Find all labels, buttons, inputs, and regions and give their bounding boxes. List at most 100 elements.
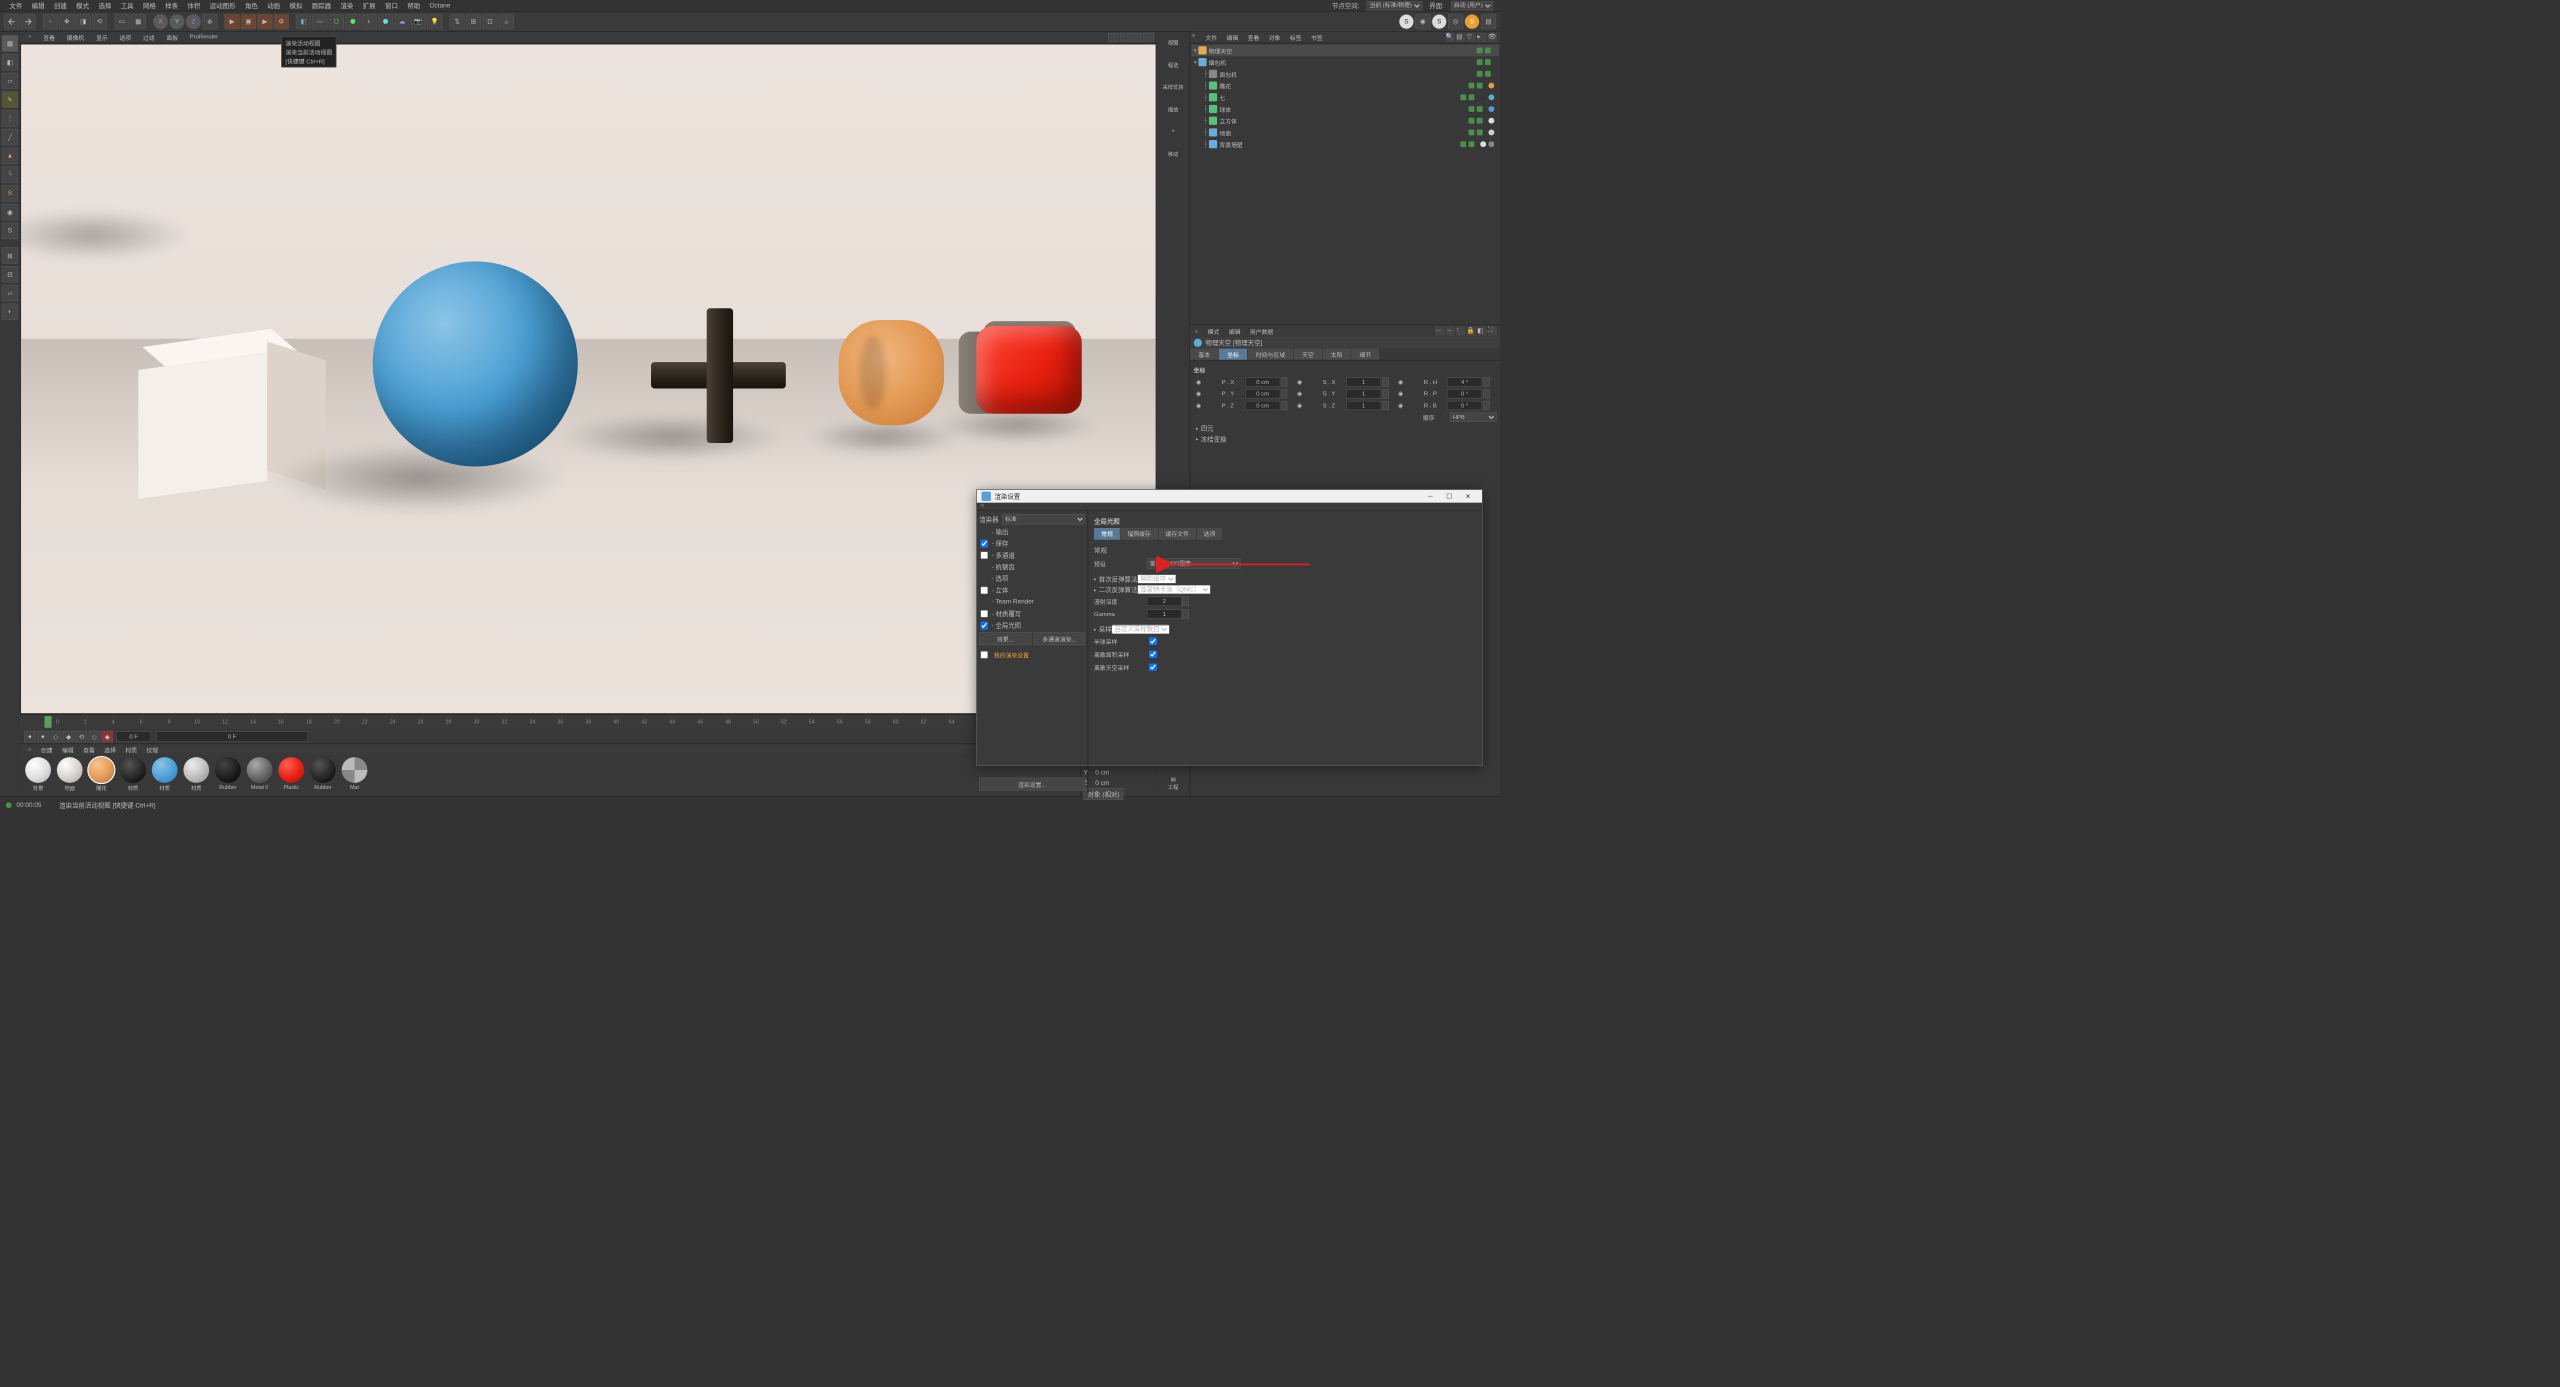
gamma-input[interactable]	[1147, 609, 1182, 618]
z-axis-button[interactable]: Z	[186, 14, 201, 29]
render-settings-bottom-button[interactable]: 渲染设置...	[979, 778, 1085, 791]
scl-x-input[interactable]	[1346, 377, 1381, 386]
om-eye-icon[interactable]: 👁	[1488, 33, 1497, 42]
misc-button[interactable]: ◐	[2, 304, 18, 320]
omtab-tags[interactable]: 标签	[1285, 33, 1306, 42]
mattab-view[interactable]: 查看	[78, 745, 99, 754]
myset-ck[interactable]	[980, 651, 988, 659]
rot-order-select[interactable]: HPB	[1450, 413, 1497, 422]
nodespace-select[interactable]: 当前 (标准/物理)	[1367, 1, 1423, 10]
dialog-titlebar[interactable]: 渲染设置 ─ ☐ ✕	[977, 490, 1482, 503]
attrtab-edit[interactable]: 编辑	[1224, 327, 1245, 336]
menu-ext[interactable]: 扩展	[358, 1, 380, 10]
render-opt-8[interactable]: - 全局光照	[979, 619, 1085, 631]
attr-fold-quat[interactable]: 四元	[1194, 423, 1497, 434]
attr-subtab-2[interactable]: 时间与区域	[1248, 349, 1294, 360]
attr-subtab-4[interactable]: 太阳	[1323, 349, 1352, 360]
gi-subtab-1[interactable]: 辐照缓存	[1120, 528, 1158, 540]
attrtab-mode[interactable]: 模式	[1203, 327, 1224, 336]
snap2-button[interactable]: ⊟	[2, 266, 18, 282]
pos-z-input[interactable]	[1245, 401, 1280, 410]
attr-max[interactable]: ⛶	[1488, 326, 1497, 335]
tree-row-5[interactable]: ├球体	[1191, 103, 1499, 115]
material-1[interactable]: 地面	[55, 757, 84, 792]
render-opt-0[interactable]: - 输出	[979, 526, 1085, 538]
gi-check-2[interactable]	[1149, 663, 1157, 671]
menu-simulate[interactable]: 模拟	[285, 1, 307, 10]
render-opt-2[interactable]: - 多通道	[979, 549, 1085, 561]
mattab-mat[interactable]: 材质	[121, 745, 142, 754]
dialog-close-button[interactable]: ✕	[1459, 490, 1478, 503]
render-pv-button[interactable]: ▶	[257, 14, 272, 29]
tl-long[interactable]	[156, 731, 308, 742]
object-tree[interactable]: ▾物理天空▾烟包机├面包机├雕花├七├球体├立方体├地面├背景墙壁	[1190, 43, 1500, 324]
menu-tools[interactable]: 工具	[116, 1, 138, 10]
material-8[interactable]: Plastic	[277, 757, 306, 792]
tl-current-frame[interactable]	[116, 731, 151, 742]
tree-row-7[interactable]: ├地面	[1191, 127, 1499, 139]
substance-tool2[interactable]: ◎	[1448, 14, 1463, 29]
undo-button[interactable]	[4, 14, 19, 29]
rs-scale[interactable]: 缩放	[1161, 105, 1184, 123]
vp-nav3[interactable]	[1132, 33, 1143, 42]
spline-prim-button[interactable]: 〰	[312, 14, 327, 29]
rot-h-input[interactable]	[1447, 377, 1482, 386]
material-3[interactable]: 材质	[118, 757, 147, 792]
renderer-select[interactable]: 标准	[1002, 514, 1085, 525]
model-mode-button[interactable]: ▦	[2, 35, 18, 51]
attr-new[interactable]: ◧	[1477, 326, 1486, 335]
attr-back[interactable]: ←	[1435, 326, 1444, 335]
gi-subtab-3[interactable]: 选项	[1197, 528, 1223, 540]
tl-rec1[interactable]: ●	[24, 731, 36, 743]
snap-button[interactable]: ⊞	[2, 247, 18, 263]
secondary-fold[interactable]: 二次反弹算法 准蒙特卡洛（QMC）	[1094, 584, 1476, 595]
menu-window[interactable]: 窗口	[380, 1, 402, 10]
attr-lock[interactable]: 🔒	[1467, 326, 1476, 335]
tree-row-8[interactable]: ├背景墙壁	[1191, 138, 1499, 150]
deformer-button[interactable]: ◐	[362, 14, 377, 29]
tl-key2[interactable]: ◆	[63, 731, 75, 743]
tl-key4[interactable]: ◆	[101, 731, 113, 743]
light-button[interactable]: 💡	[427, 14, 442, 29]
menu-select[interactable]: 选择	[94, 1, 116, 10]
material-5[interactable]: 材质	[182, 757, 211, 792]
s-button-1[interactable]: S	[2, 185, 18, 201]
scl-y-input[interactable]	[1346, 389, 1381, 398]
substance-s1-icon[interactable]: S	[1399, 14, 1414, 29]
dialog-min-button[interactable]: ─	[1421, 490, 1440, 503]
render-opt-5[interactable]: - 立体	[979, 584, 1085, 596]
render-opt-1[interactable]: - 保存	[979, 537, 1085, 549]
menu-character[interactable]: 角色	[240, 1, 262, 10]
menu-help[interactable]: 帮助	[403, 1, 425, 10]
y-axis-button[interactable]: Y	[169, 14, 184, 29]
material-9[interactable]: Rubber	[308, 757, 337, 792]
secondary-bounce-select[interactable]: 准蒙特卡洛（QMC）	[1137, 585, 1210, 594]
rs-view[interactable]: 视图	[1161, 39, 1184, 57]
om-flat-icon[interactable]: ▤	[1456, 33, 1465, 42]
render-opt-3[interactable]: - 抗锯齿	[979, 561, 1085, 573]
omtab-view[interactable]: 查看	[1243, 33, 1264, 42]
vptab-display[interactable]: 显示	[90, 33, 113, 42]
menu-render[interactable]: 渲染	[336, 1, 358, 10]
menu-animate[interactable]: 动画	[263, 1, 285, 10]
vptab-options[interactable]: 选项	[114, 33, 137, 42]
toggle1-button[interactable]: ⇅	[449, 14, 464, 29]
my-render-settings[interactable]: 我的渲染设置	[992, 648, 1032, 661]
material-10[interactable]: Mat	[340, 757, 369, 792]
multipass-render-button[interactable]: 多通道渲染...	[1033, 632, 1085, 645]
menu-file[interactable]: 文件	[5, 1, 27, 10]
menu-mograph[interactable]: 运动图形	[205, 1, 240, 10]
material-0[interactable]: 背景	[23, 757, 52, 792]
menu-octane[interactable]: Octane	[425, 2, 455, 9]
substance-tool1[interactable]: ◉	[1415, 14, 1430, 29]
vptab-filter[interactable]: 过滤	[137, 33, 160, 42]
axis-button[interactable]: └	[2, 166, 18, 182]
render-opt-6[interactable]: - Team Render	[979, 596, 1085, 608]
scale-button[interactable]: ◨	[76, 14, 91, 29]
material-2[interactable]: 雕花	[87, 757, 116, 792]
rs-sample[interactable]: 采样优获	[1161, 83, 1184, 101]
tl-auto[interactable]: ⟲	[76, 731, 88, 743]
rotate-button[interactable]: ⟲	[92, 14, 107, 29]
om-search-icon[interactable]: 🔍	[1446, 33, 1455, 42]
attr-fold-freeze[interactable]: 冻结变换	[1194, 434, 1497, 445]
